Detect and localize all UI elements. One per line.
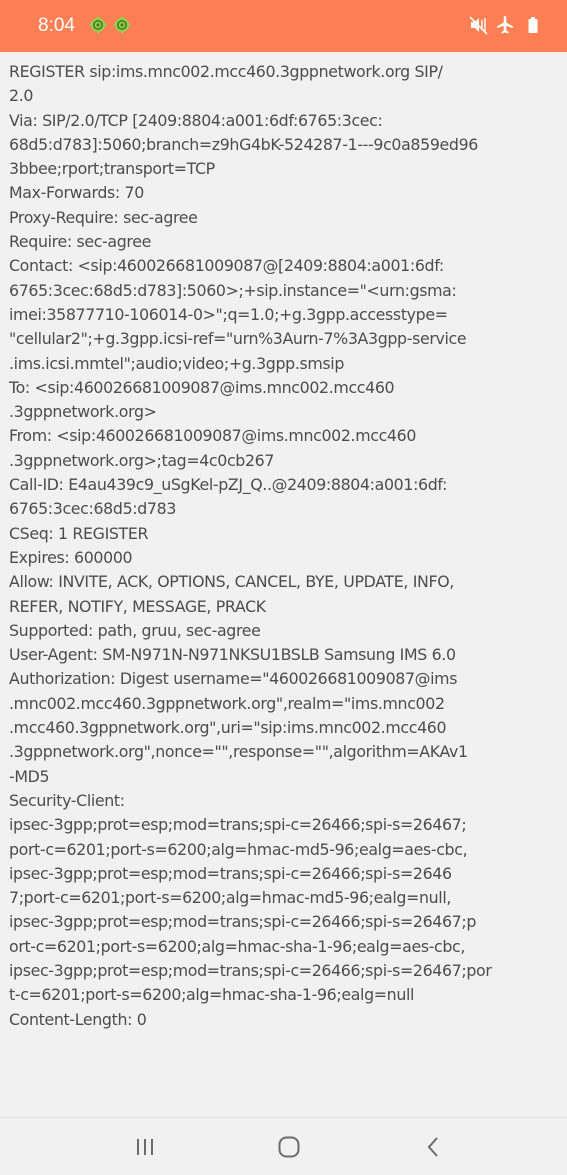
android-debug-icon (113, 16, 131, 34)
android-debug-icon (89, 16, 107, 34)
message-line: 6765:3cec:68d5:d783 (9, 499, 177, 519)
message-line: Via: SIP/2.0/TCP [2409:8804:a001:6df:676… (9, 110, 383, 130)
message-line: REFER, NOTIFY, MESSAGE, PRACK (9, 596, 266, 616)
home-icon[interactable] (274, 1132, 304, 1162)
message-line: CSeq: 1 REGISTER (9, 523, 149, 543)
message-line: ipsec-3gpp;prot=esp;mod=trans;spi-c=2646… (9, 863, 452, 883)
battery-icon (522, 14, 544, 36)
message-line: Require: sec-agree (9, 232, 151, 252)
message-line: User-Agent: SM-N971N-N971NKSU1BSLB Samsu… (9, 645, 456, 665)
message-line: ipsec-3gpp;prot=esp;mod=trans;spi-c=2646… (9, 912, 477, 932)
message-line: .mcc460.3gppnetwork.org",uri="sip:ims.mn… (9, 718, 447, 738)
recent-apps-icon[interactable] (130, 1132, 160, 1162)
message-line: .3gppnetwork.org",nonce="",response="",a… (9, 742, 468, 762)
airplane-icon (494, 14, 516, 36)
message-line: .3gppnetwork.org>;tag=4c0cb267 (9, 450, 275, 470)
message-line: -MD5 (9, 766, 50, 786)
message-line: Allow: INVITE, ACK, OPTIONS, CANCEL, BYE… (9, 572, 454, 592)
message-line: Proxy-Require: sec-agree (9, 207, 198, 227)
back-icon[interactable] (418, 1132, 448, 1162)
message-line: Security-Client: (9, 790, 125, 810)
message-line: To: <sip:460026681009087@ims.mnc002.mcc4… (9, 377, 395, 397)
message-line: t-c=6201;port-s=6200;alg=hmac-sha-1-96;e… (9, 985, 415, 1005)
message-line: 3bbee;rport;transport=TCP (9, 159, 215, 179)
screen: 8:04 REGISTER sip:ims.mnc002.mcc460.3gpp… (0, 0, 567, 1175)
mute-icon (468, 14, 490, 36)
message-line: Content-Length: 0 (9, 1009, 147, 1029)
message-line: 68d5:d783]:5060;branch=z9hG4bK-524287-1-… (9, 134, 478, 154)
message-line: Call-ID: E4au439c9_uSgKel-pZJ_Q..@2409:8… (9, 475, 448, 495)
message-line: .3gppnetwork.org> (9, 402, 157, 422)
sip-register-message: REGISTER sip:ims.mnc002.mcc460.3gppnetwo… (9, 60, 559, 1032)
message-line: .mnc002.mcc460.3gppnetwork.org",realm="i… (9, 693, 445, 713)
message-line: Expires: 600000 (9, 547, 133, 567)
message-line: Authorization: Digest username="46002668… (9, 669, 458, 689)
message-line: ipsec-3gpp;prot=esp;mod=trans;spi-c=2646… (9, 960, 492, 980)
message-line: imei:35877710-106014-0>";q=1.0;+g.3gpp.a… (9, 304, 448, 324)
message-line: ort-c=6201;port-s=6200;alg=hmac-sha-1-96… (9, 936, 466, 956)
message-line: Max-Forwards: 70 (9, 183, 144, 203)
message-line: 6765:3cec:68d5:d783]:5060>;+sip.instance… (9, 280, 457, 300)
sip-message-view[interactable]: REGISTER sip:ims.mnc002.mcc460.3gppnetwo… (0, 52, 567, 1117)
message-line: port-c=6201;port-s=6200;alg=hmac-md5-96;… (9, 839, 468, 859)
navigation-bar (0, 1117, 567, 1175)
message-line: From: <sip:460026681009087@ims.mnc002.mc… (9, 426, 417, 446)
message-line: .ims.icsi.mmtel";audio;video;+g.3gpp.sms… (9, 353, 344, 373)
message-line: Contact: <sip:460026681009087@[2409:8804… (9, 256, 444, 276)
message-line: "cellular2";+g.3gpp.icsi-ref="urn%3Aurn-… (9, 329, 467, 349)
message-line: Supported: path, gruu, sec-agree (9, 620, 261, 640)
message-line: REGISTER sip:ims.mnc002.mcc460.3gppnetwo… (9, 62, 443, 81)
message-line: 2.0 (9, 86, 34, 106)
status-time: 8:04 (38, 15, 75, 36)
message-line: ipsec-3gpp;prot=esp;mod=trans;spi-c=2646… (9, 815, 467, 835)
message-line: 7;port-c=6201;port-s=6200;alg=hmac-md5-9… (9, 888, 452, 908)
status-bar: 8:04 (0, 0, 567, 52)
